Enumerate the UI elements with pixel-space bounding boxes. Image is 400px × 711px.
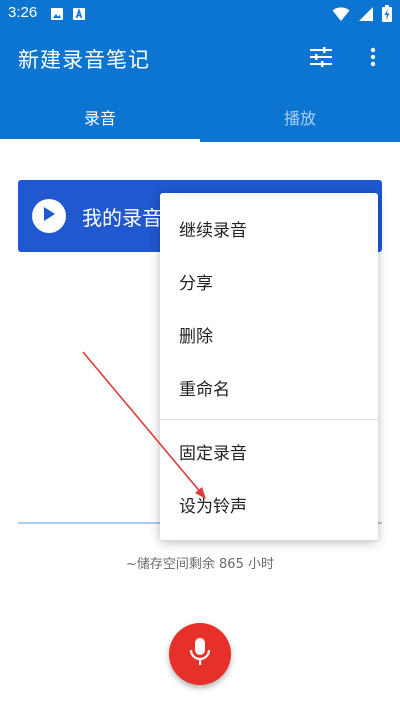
status-time: 3:26 — [8, 4, 38, 21]
play-icon — [42, 206, 56, 226]
tab-record[interactable]: 录音 — [0, 88, 200, 142]
status-bar: 3:26 — [0, 0, 400, 28]
tab-indicator — [0, 139, 200, 142]
menu-item-label: 固定录音 — [179, 444, 247, 464]
menu-item-pin-recording[interactable]: 固定录音 — [160, 425, 378, 478]
microphone-icon — [189, 637, 211, 671]
menu-item-share[interactable]: 分享 — [160, 255, 378, 308]
wifi-icon — [332, 6, 350, 26]
menu-item-label: 重命名 — [179, 380, 230, 400]
more-vert-icon[interactable] — [360, 44, 386, 70]
recording-name: 我的录音 — [82, 206, 162, 230]
battery-charging-icon — [382, 5, 392, 26]
menu-item-rename[interactable]: 重命名 — [160, 361, 378, 414]
menu-item-label: 设为铃声 — [179, 497, 247, 517]
menu-item-label: 继续录音 — [179, 221, 247, 241]
app-a-icon — [72, 6, 86, 25]
storage-remaining-text: ~储存空间剩余 865 小时 — [126, 557, 274, 572]
tab-playback[interactable]: 播放 — [200, 88, 400, 142]
menu-item-label: 删除 — [179, 327, 213, 347]
tab-bar: 录音 播放 — [0, 88, 400, 142]
menu-divider — [160, 419, 378, 420]
tune-icon[interactable] — [308, 44, 334, 70]
menu-item-label: 分享 — [179, 274, 213, 294]
play-button[interactable] — [32, 199, 66, 233]
menu-item-continue-recording[interactable]: 继续录音 — [160, 202, 378, 255]
tab-playback-label: 播放 — [283, 109, 316, 128]
status-right-icons — [332, 5, 392, 26]
app-bar-actions — [308, 44, 386, 70]
signal-icon — [358, 6, 374, 26]
image-icon — [50, 6, 64, 25]
menu-item-delete[interactable]: 删除 — [160, 308, 378, 361]
record-fab[interactable] — [169, 623, 231, 685]
status-left-icons — [50, 6, 86, 25]
app-bar: 新建录音笔记 — [0, 28, 400, 88]
tab-record-label: 录音 — [83, 109, 116, 128]
context-menu: 继续录音 分享 删除 重命名 固定录音 设为铃声 — [160, 193, 378, 540]
page-title: 新建录音笔记 — [18, 48, 150, 72]
menu-item-set-ringtone[interactable]: 设为铃声 — [160, 478, 378, 531]
